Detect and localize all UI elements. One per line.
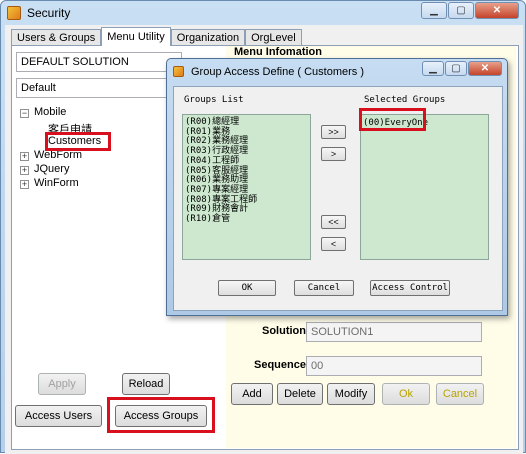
- selected-groups-list[interactable]: (00)EveryOne: [360, 114, 489, 260]
- add-one-button[interactable]: >: [321, 147, 346, 161]
- dialog-body: Groups List Selected Groups (R00)總經理 (R01…: [173, 86, 503, 311]
- dialog-title: Group Access Define ( Customers ): [191, 66, 365, 78]
- group-access-dialog: Group Access Define ( Customers ) ▁ ▢ ✕ …: [166, 58, 508, 316]
- maximize-icon[interactable]: ▢: [445, 61, 467, 76]
- tree-node-winform[interactable]: WinForm: [34, 177, 79, 189]
- groups-list[interactable]: (R00)總經理 (R01)業務 (R02)業務經理 (R03)行政經理 (R04)工程…: [182, 114, 311, 260]
- solution-label: Solution: [262, 325, 306, 337]
- solution-combo[interactable]: DEFAULT SOLUTION: [16, 52, 182, 72]
- expand-icon[interactable]: +: [20, 180, 29, 189]
- tab-orglevel[interactable]: OrgLevel: [245, 29, 302, 45]
- close-icon[interactable]: ✕: [468, 61, 502, 76]
- maximize-icon[interactable]: ▢: [448, 2, 474, 19]
- add-all-button[interactable]: >>: [321, 125, 346, 139]
- tab-strip: Users & Groups Menu Utility Organization…: [11, 27, 302, 46]
- access-users-button[interactable]: Access Users: [15, 405, 102, 427]
- cancel-button[interactable]: Cancel: [436, 383, 484, 405]
- groups-list-header: Groups List: [184, 95, 244, 105]
- dialog-cancel-button[interactable]: Cancel: [294, 280, 354, 296]
- remove-one-button[interactable]: <: [321, 237, 346, 251]
- dialog-icon: [173, 66, 184, 77]
- default-combo[interactable]: Default: [16, 78, 182, 98]
- access-control-button[interactable]: Access Control: [370, 280, 450, 296]
- minimize-icon[interactable]: ▁: [422, 61, 444, 76]
- expand-icon[interactable]: +: [20, 166, 29, 175]
- group-item[interactable]: (R10)倉管: [185, 214, 308, 225]
- add-button[interactable]: Add: [231, 383, 273, 405]
- highlight-everyone: [359, 108, 426, 131]
- apply-button[interactable]: Apply: [38, 373, 86, 395]
- tree-node-jquery[interactable]: JQuery: [34, 163, 69, 175]
- tab-users-groups[interactable]: Users & Groups: [11, 29, 102, 45]
- delete-button[interactable]: Delete: [277, 383, 323, 405]
- collapse-icon[interactable]: −: [20, 109, 29, 118]
- close-icon[interactable]: ✕: [475, 2, 519, 19]
- ok-button[interactable]: Ok: [382, 383, 430, 405]
- highlight-access-groups: [107, 397, 215, 433]
- tab-organization[interactable]: Organization: [170, 29, 246, 45]
- reload-button[interactable]: Reload: [122, 373, 170, 395]
- expand-icon[interactable]: +: [20, 152, 29, 161]
- modify-button[interactable]: Modify: [327, 383, 375, 405]
- title-bar: Security ▁ ▢ ✕: [1, 1, 525, 25]
- tree-node-mobile[interactable]: Mobile: [34, 106, 66, 118]
- window-title: Security: [27, 6, 71, 20]
- selected-groups-header: Selected Groups: [364, 95, 446, 105]
- highlight-customers: [45, 132, 111, 151]
- remove-all-button[interactable]: <<: [321, 215, 346, 229]
- tab-menu-utility[interactable]: Menu Utility: [101, 27, 171, 46]
- dialog-ok-button[interactable]: OK: [218, 280, 276, 296]
- menu-info-title: Menu Infomation: [234, 46, 322, 58]
- solution-field[interactable]: SOLUTION1: [306, 322, 482, 342]
- sequence-field[interactable]: 00: [306, 356, 482, 376]
- sequence-label: Sequence: [254, 359, 306, 371]
- app-icon: [7, 6, 21, 20]
- minimize-icon[interactable]: ▁: [421, 2, 447, 19]
